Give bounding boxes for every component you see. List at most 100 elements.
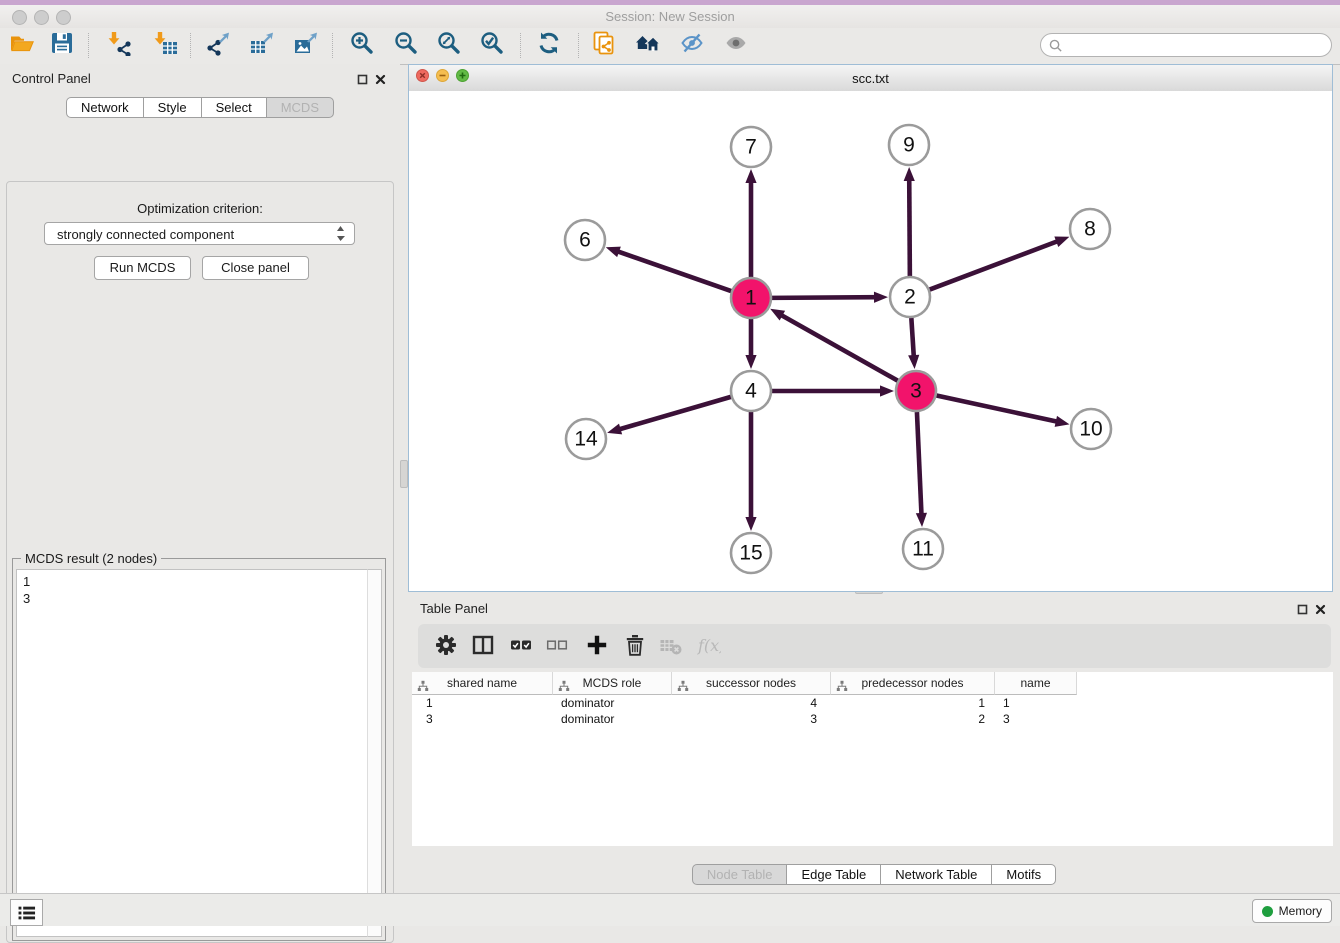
result-scrollbar[interactable] [367, 569, 382, 937]
vertical-splitter-grip[interactable] [400, 460, 408, 488]
network-canvas[interactable]: 7 9 6 8 1 2 4 3 14 10 15 11 [409, 91, 1332, 591]
tab-select[interactable]: Select [201, 97, 267, 118]
graph-edge-1-4[interactable] [745, 319, 756, 369]
search-input[interactable] [1067, 35, 1331, 55]
home-views-button[interactable] [634, 31, 662, 59]
search-box[interactable] [1040, 33, 1332, 57]
export-table-button[interactable] [248, 31, 276, 59]
graph-node-15[interactable]: 15 [731, 533, 771, 573]
graph-edge-2-9[interactable] [904, 167, 915, 276]
table-cell[interactable]: 2 [831, 711, 995, 727]
zoom-out-button[interactable] [392, 31, 420, 59]
table-cell[interactable]: 3 [412, 711, 553, 727]
copy-network-button[interactable] [590, 31, 618, 59]
graph-node-9[interactable]: 9 [889, 125, 929, 165]
graph-node-14[interactable]: 14 [566, 419, 606, 459]
table-tab-motifs[interactable]: Motifs [991, 864, 1056, 885]
table-tab-edge-table[interactable]: Edge Table [786, 864, 881, 885]
delete-column-button[interactable] [622, 634, 648, 660]
graph-edge-2-8[interactable] [930, 236, 1070, 289]
column-header-MCDS-role[interactable]: MCDS role [553, 672, 672, 695]
columns-button[interactable] [470, 634, 496, 660]
table-cell[interactable]: 3 [672, 711, 831, 727]
graph-node-8[interactable]: 8 [1070, 209, 1110, 249]
mcds-result-title: MCDS result (2 nodes) [21, 551, 161, 566]
graph-node-3[interactable]: 3 [896, 371, 936, 411]
criterion-select[interactable]: strongly connected component [44, 222, 355, 245]
import-table-button[interactable] [152, 31, 180, 59]
graph-edge-3-10[interactable] [937, 395, 1070, 426]
hide-panel-icon [679, 30, 705, 61]
toolbar-separator [88, 33, 89, 58]
column-header-predecessor-nodes[interactable]: predecessor nodes [831, 672, 995, 695]
tab-network[interactable]: Network [66, 97, 144, 118]
table-tab-network-table[interactable]: Network Table [880, 864, 992, 885]
graph-edge-1-2[interactable] [772, 292, 888, 303]
delete-column-icon [622, 632, 648, 663]
close-table-panel-icon[interactable] [1315, 602, 1326, 620]
import-network-icon [107, 30, 133, 61]
graph-edge-4-14[interactable] [607, 397, 731, 434]
run-mcds-button[interactable]: Run MCDS [94, 256, 191, 280]
table-cell[interactable]: 3 [995, 711, 1077, 727]
graph-node-4[interactable]: 4 [731, 371, 771, 411]
graph-edge-2-3[interactable] [908, 318, 919, 369]
graph-edge-3-1[interactable] [770, 309, 898, 381]
gear-button[interactable] [433, 634, 459, 660]
table-cell[interactable]: 1 [995, 695, 1077, 711]
column-header-shared-name[interactable]: shared name [412, 672, 553, 695]
hide-panel-button[interactable] [678, 31, 706, 59]
select-stepper-icon[interactable] [336, 225, 345, 247]
graph-edge-4-15[interactable] [745, 412, 756, 531]
table-cell[interactable]: 4 [672, 695, 831, 711]
select-all-button[interactable] [508, 634, 534, 660]
add-column-button[interactable] [584, 634, 610, 660]
select-all-icon [508, 632, 534, 663]
graph-edge-4-3[interactable] [772, 385, 894, 396]
float-table-panel-icon[interactable] [1297, 602, 1308, 620]
graph-node-7[interactable]: 7 [731, 127, 771, 167]
graph-node-10[interactable]: 10 [1071, 409, 1111, 449]
zoom-fit-button[interactable] [435, 31, 463, 59]
export-image-button[interactable] [292, 31, 320, 59]
graph-node-1[interactable]: 1 [731, 278, 771, 318]
save-session-button[interactable] [48, 31, 76, 59]
import-network-button[interactable] [106, 31, 134, 59]
graph-edge-1-7[interactable] [745, 169, 756, 277]
graph-edge-3-11[interactable] [916, 412, 927, 527]
show-panel-icon [723, 30, 749, 61]
export-network-button[interactable] [204, 31, 232, 59]
memory-button[interactable]: Memory [1252, 899, 1332, 923]
refresh-button[interactable] [535, 31, 563, 59]
zoom-in-button[interactable] [348, 31, 376, 59]
task-history-button[interactable] [10, 899, 43, 926]
mcds-result-text[interactable]: 1 3 [16, 569, 382, 937]
zoom-selected-button[interactable] [478, 31, 506, 59]
table-tabs: Node TableEdge TableNetwork TableMotifs [408, 864, 1340, 885]
close-panel-icon[interactable] [375, 72, 386, 90]
toolbar-separator [332, 33, 333, 58]
float-panel-icon[interactable] [357, 72, 368, 90]
table-cell[interactable]: 1 [831, 695, 995, 711]
zoom-out-icon [393, 30, 419, 61]
close-panel-button[interactable]: Close panel [202, 256, 309, 280]
deselect-all-button[interactable] [544, 634, 570, 660]
open-file-button[interactable] [8, 31, 36, 59]
tab-mcds[interactable]: MCDS [266, 97, 334, 118]
network-window-titlebar[interactable]: scc.txt [409, 65, 1332, 92]
table-cell[interactable]: 1 [412, 695, 553, 711]
table-cell[interactable]: dominator [553, 711, 672, 727]
table-cell[interactable]: dominator [553, 695, 672, 711]
tab-style[interactable]: Style [143, 97, 202, 118]
graph-node-label: 9 [903, 134, 915, 157]
column-header-successor-nodes[interactable]: successor nodes [672, 672, 831, 695]
table-tab-node-table[interactable]: Node Table [692, 864, 788, 885]
graph-edge-1-6[interactable] [606, 247, 731, 291]
graph-node-6[interactable]: 6 [565, 220, 605, 260]
graph-node-2[interactable]: 2 [890, 277, 930, 317]
graph-node-label: 4 [745, 380, 757, 403]
memory-status-icon [1262, 906, 1273, 917]
graph-node-11[interactable]: 11 [903, 529, 943, 569]
show-panel-button[interactable] [722, 31, 750, 59]
column-header-name[interactable]: name [995, 672, 1077, 695]
